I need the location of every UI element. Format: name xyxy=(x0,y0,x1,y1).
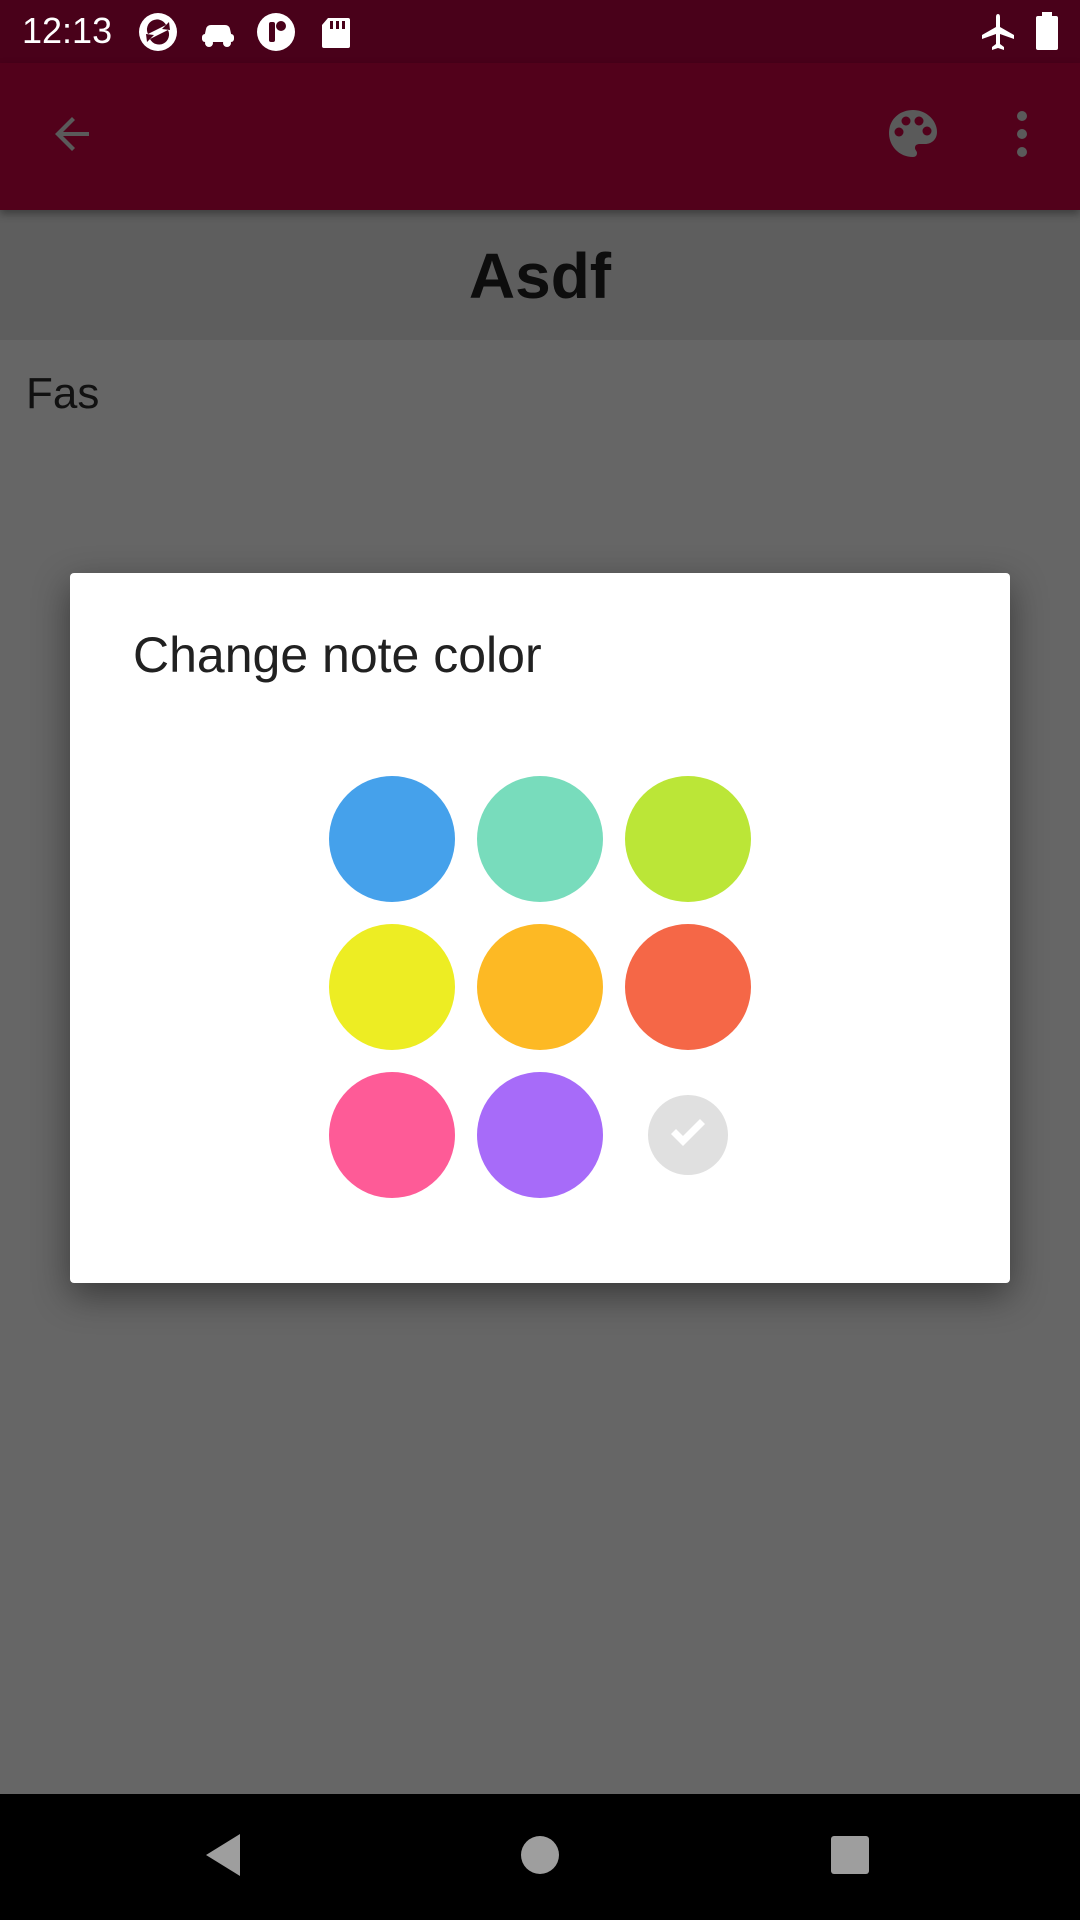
change-color-dialog: Change note color xyxy=(70,573,1010,1283)
note-title[interactable]: Asdf xyxy=(0,238,1080,314)
nav-back-icon xyxy=(200,1830,250,1885)
nav-recents-icon xyxy=(828,1833,872,1882)
overflow-menu-button[interactable] xyxy=(989,103,1055,169)
sd-card-icon xyxy=(316,12,356,52)
back-button[interactable] xyxy=(40,103,106,169)
app-bar xyxy=(0,63,1080,210)
color-swatch-yellow[interactable] xyxy=(329,924,455,1050)
color-swatch-purple[interactable] xyxy=(477,1072,603,1198)
color-swatch-blue[interactable] xyxy=(329,776,455,902)
color-swatch-orange[interactable] xyxy=(625,924,751,1050)
status-time: 12:13 xyxy=(22,10,113,51)
more-vert-icon xyxy=(1012,109,1032,164)
car-icon xyxy=(198,12,238,52)
color-swatch-amber[interactable] xyxy=(477,924,603,1050)
arrow-back-icon xyxy=(49,110,97,163)
nav-home-button[interactable] xyxy=(505,1822,575,1892)
nav-back-button[interactable] xyxy=(190,1822,260,1892)
timer-app-icon xyxy=(256,12,296,52)
color-swatch-pink[interactable] xyxy=(329,1072,455,1198)
dialog-title: Change note color xyxy=(133,627,542,683)
note-body[interactable]: Fas xyxy=(26,368,99,420)
status-bar: 12:13 xyxy=(0,0,1080,63)
nav-recents-button[interactable] xyxy=(815,1822,885,1892)
palette-icon xyxy=(886,107,940,166)
color-swatch-lime[interactable] xyxy=(625,776,751,902)
change-color-button[interactable] xyxy=(880,103,946,169)
sync-icon xyxy=(138,12,178,52)
battery-icon xyxy=(1034,12,1060,52)
nav-home-icon xyxy=(518,1833,562,1882)
navigation-bar xyxy=(0,1794,1080,1920)
color-swatch-teal[interactable] xyxy=(477,776,603,902)
color-swatch-default-selected[interactable] xyxy=(648,1095,728,1175)
check-icon xyxy=(665,1110,711,1161)
airplane-mode-icon xyxy=(978,12,1018,52)
